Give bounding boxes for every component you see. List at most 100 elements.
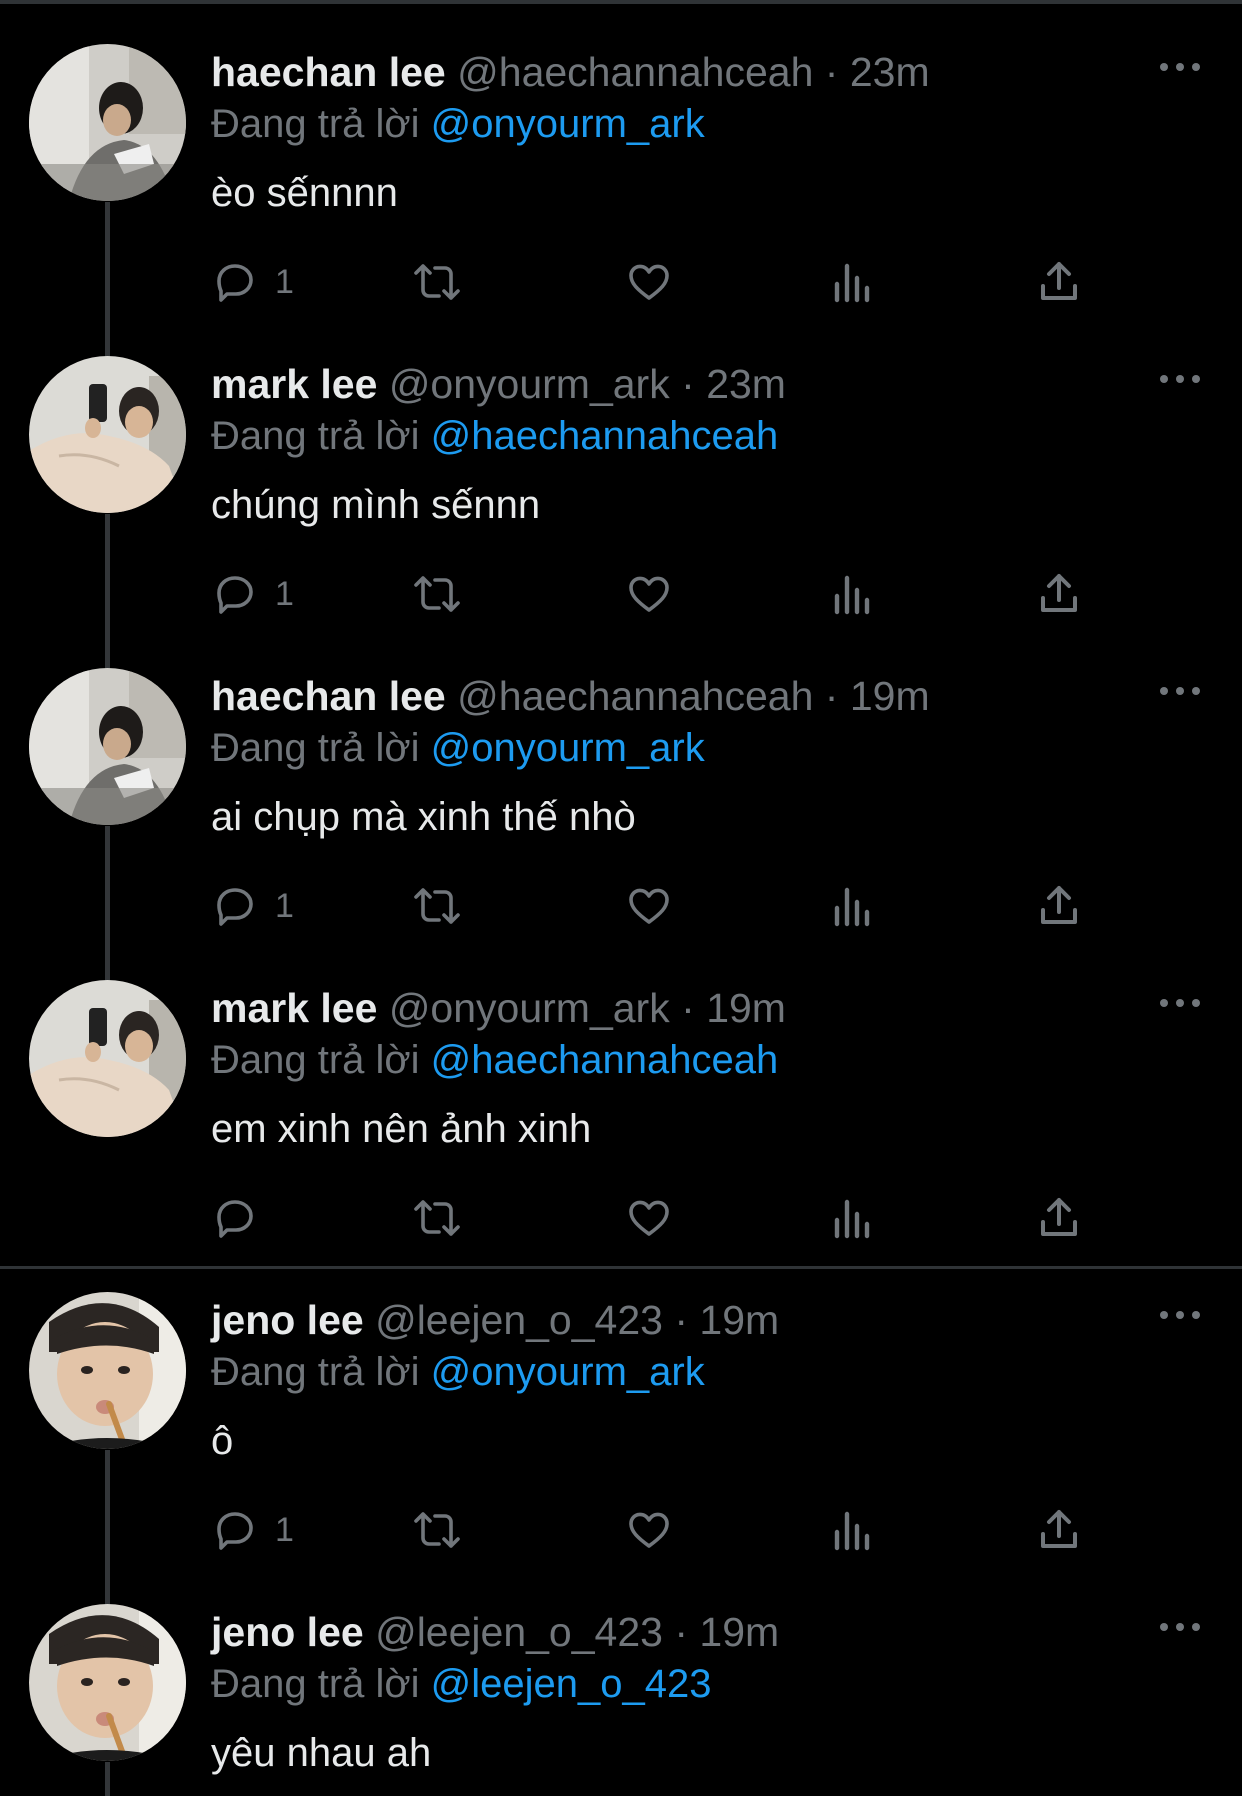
retweet-icon [414, 1512, 460, 1548]
thread-connector [105, 1762, 110, 1796]
avatar-jeno[interactable] [29, 1604, 186, 1761]
tweet[interactable]: haechan lee @haechannahceah · 19m Đang t… [0, 624, 1242, 982]
replying-to-label: Đang trả lời [211, 1350, 420, 1394]
user-handle[interactable]: @onyourm_ark [389, 985, 670, 1031]
tweet-text: em xinh nên ảnh xinh [211, 1107, 592, 1151]
avatar-mark[interactable] [29, 980, 186, 1137]
heart-icon [629, 888, 669, 924]
timestamp[interactable]: 19m [850, 673, 930, 719]
like-button[interactable] [625, 568, 673, 620]
more-icon[interactable] [1160, 374, 1200, 384]
views-button[interactable] [831, 1504, 875, 1556]
reply-count: 1 [275, 887, 294, 925]
user-handle[interactable]: @leejen_o_423 [375, 1297, 663, 1343]
more-icon[interactable] [1160, 998, 1200, 1008]
tweet-actions: 1 [211, 568, 1111, 620]
share-button[interactable] [1037, 1192, 1081, 1244]
views-button[interactable] [831, 256, 875, 308]
tweet[interactable]: jeno lee @leejen_o_423 · 19m Đang trả lờ… [0, 1248, 1242, 1606]
share-button[interactable] [1037, 256, 1081, 308]
user-handle[interactable]: @onyourm_ark [389, 361, 670, 407]
tweet-header: haechan lee @haechannahceah · 23m [211, 48, 930, 96]
retweet-icon [414, 576, 460, 612]
more-icon[interactable] [1160, 686, 1200, 696]
tweet-text: èo sếnnnn [211, 171, 398, 215]
views-button[interactable] [831, 1192, 875, 1244]
user-handle[interactable]: @haechannahceah [457, 49, 813, 95]
avatar-haechan[interactable] [29, 44, 186, 201]
separator-dot: · [681, 985, 695, 1031]
timestamp[interactable]: 19m [706, 985, 786, 1031]
retweet-button[interactable] [411, 1192, 463, 1244]
timestamp[interactable]: 19m [699, 1609, 779, 1655]
separator-dot: · [824, 673, 839, 719]
tweet[interactable]: haechan lee @haechannahceah · 23m Đang t… [0, 0, 1242, 358]
display-name[interactable]: jeno lee [211, 1297, 364, 1343]
retweet-button[interactable] [411, 568, 463, 620]
share-icon [1041, 1198, 1077, 1236]
mention-link[interactable]: @onyourm_ark [431, 726, 705, 770]
more-icon[interactable] [1160, 1622, 1200, 1632]
like-button[interactable] [625, 1192, 673, 1244]
avatar-jeno[interactable] [29, 1292, 186, 1449]
replying-to-label: Đang trả lời [211, 726, 420, 770]
retweet-icon [414, 1200, 460, 1236]
share-button[interactable] [1037, 1504, 1081, 1556]
separator-dot: · [824, 49, 839, 95]
separator-dot: · [681, 361, 695, 407]
display-name[interactable]: jeno lee [211, 1609, 364, 1655]
user-handle[interactable]: @leejen_o_423 [375, 1609, 663, 1655]
reply-button[interactable]: 1 [211, 1504, 294, 1556]
timestamp[interactable]: 19m [699, 1297, 779, 1343]
replying-to: Đang trả lời @haechannahceah [211, 412, 778, 460]
mention-link[interactable]: @haechannahceah [431, 414, 779, 458]
timestamp[interactable]: 23m [706, 361, 786, 407]
display-name[interactable]: mark lee [211, 985, 377, 1031]
display-name[interactable]: mark lee [211, 361, 377, 407]
reply-button[interactable] [211, 1192, 275, 1244]
tweet[interactable]: mark lee @onyourm_ark · 19m Đang trả lời… [0, 936, 1242, 1248]
share-button[interactable] [1037, 880, 1081, 932]
reply-button[interactable]: 1 [211, 880, 294, 932]
share-button[interactable] [1037, 568, 1081, 620]
tweet-text: chúng mình sếnnn [211, 483, 541, 527]
like-button[interactable] [625, 256, 673, 308]
retweet-button[interactable] [411, 256, 463, 308]
tweet[interactable]: mark lee @onyourm_ark · 23m Đang trả lời… [0, 312, 1242, 670]
mention-link[interactable]: @onyourm_ark [431, 102, 705, 146]
share-icon [1041, 574, 1077, 612]
separator-dot: · [674, 1609, 689, 1655]
reply-button[interactable]: 1 [211, 568, 294, 620]
mention-link[interactable]: @leejen_o_423 [431, 1662, 712, 1706]
separator-dot: · [674, 1297, 689, 1343]
reply-count: 1 [275, 263, 294, 301]
replying-to: Đang trả lời @onyourm_ark [211, 724, 705, 772]
avatar-haechan[interactable] [29, 668, 186, 825]
timestamp[interactable]: 23m [850, 49, 930, 95]
mention-link[interactable]: @haechannahceah [431, 1038, 779, 1082]
tweet-header: mark lee @onyourm_ark · 19m [211, 984, 786, 1032]
analytics-icon [834, 575, 870, 615]
views-button[interactable] [831, 568, 875, 620]
views-button[interactable] [831, 880, 875, 932]
reply-button[interactable]: 1 [211, 256, 294, 308]
retweet-button[interactable] [411, 880, 463, 932]
more-icon[interactable] [1160, 1310, 1200, 1320]
tweet-header: jeno lee @leejen_o_423 · 19m [211, 1296, 779, 1344]
display-name[interactable]: haechan lee [211, 49, 446, 95]
like-button[interactable] [625, 1504, 673, 1556]
analytics-icon [834, 1511, 870, 1551]
replying-to: Đang trả lời @onyourm_ark [211, 100, 705, 148]
replying-to-label: Đang trả lời [211, 102, 420, 146]
retweet-button[interactable] [411, 1504, 463, 1556]
tweet[interactable]: jeno lee @leejen_o_423 · 19m Đang trả lờ… [0, 1560, 1242, 1796]
tweet-text: ô [211, 1419, 234, 1463]
display-name[interactable]: haechan lee [211, 673, 446, 719]
more-icon[interactable] [1160, 62, 1200, 72]
mention-link[interactable]: @onyourm_ark [431, 1350, 705, 1394]
like-button[interactable] [625, 880, 673, 932]
user-handle[interactable]: @haechannahceah [457, 673, 813, 719]
avatar-mark[interactable] [29, 356, 186, 513]
tweet-actions: 1 [211, 1504, 1111, 1556]
tweet-actions: 1 [211, 880, 1111, 932]
